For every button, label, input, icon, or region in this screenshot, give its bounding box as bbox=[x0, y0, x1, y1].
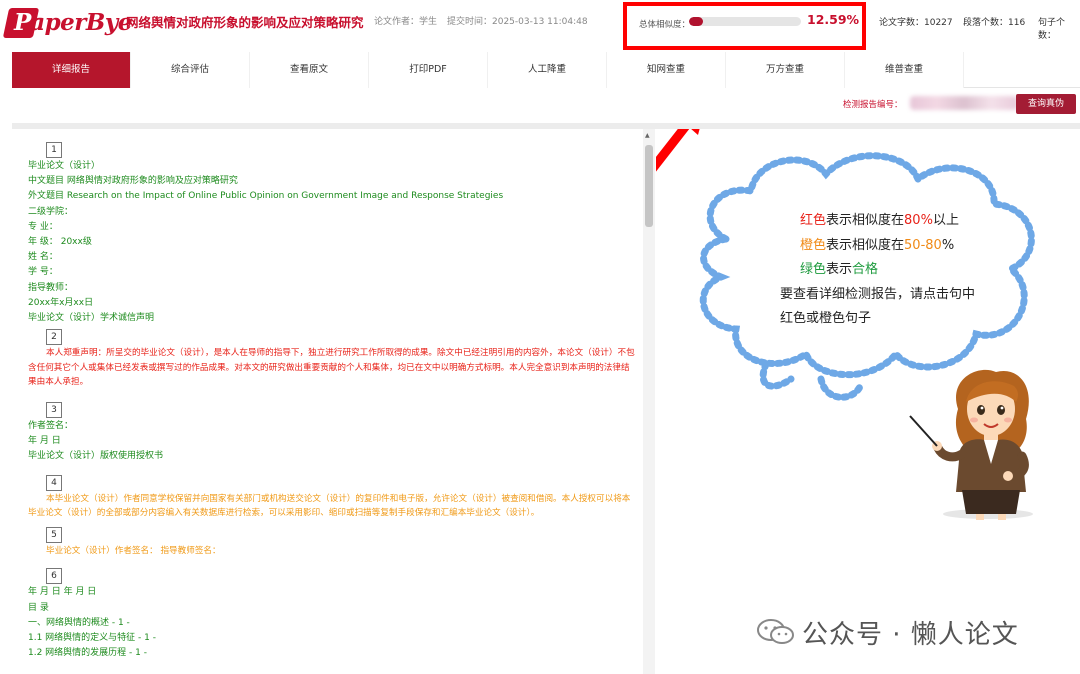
similarity-value: 12.59% bbox=[807, 12, 860, 27]
legend-panel: 红色表示相似度在80%以上 橙色表示相似度在50-80% 绿色表示合格 要查看详… bbox=[656, 129, 1080, 674]
logo-text: PaperBye bbox=[14, 9, 132, 36]
report-number-blurred bbox=[910, 96, 1018, 110]
doc-line[interactable]: 1.1 网络舆情的定义与特征 - 1 - bbox=[28, 631, 638, 646]
doc-line[interactable]: 学 号： bbox=[28, 265, 638, 280]
similarity-progress-fill bbox=[689, 17, 704, 26]
doc-paragraph-orange[interactable]: 毕业论文（设计）作者签名： 指导教师签名： bbox=[28, 544, 638, 559]
doc-line[interactable]: 毕业论文（设计）学术诚信声明 bbox=[28, 311, 638, 326]
sentence-count: 句子个数： bbox=[1038, 18, 1066, 41]
document-content: 1 毕业论文（设计） 中文题目 网络舆情对政府形象的影响及应对策略研究 外文题目… bbox=[28, 139, 638, 661]
paperbye-logo[interactable]: PaperBye bbox=[2, 6, 132, 38]
scroll-up-icon[interactable]: ▲ bbox=[645, 132, 650, 139]
paragraph-number: 5 bbox=[46, 526, 62, 543]
paragraph-number: 3 bbox=[46, 402, 62, 419]
legend-text: 红色表示相似度在80%以上 橙色表示相似度在50-80% 绿色表示合格 要查看详… bbox=[780, 209, 975, 332]
document-scrollbar[interactable]: ▲ bbox=[643, 129, 655, 674]
red-arrow-icon bbox=[656, 129, 700, 172]
paragraph-count: 段落个数：116 bbox=[963, 18, 1026, 28]
tab-view-original[interactable]: 查看原文 bbox=[250, 52, 369, 88]
doc-line[interactable]: 指导教师： bbox=[28, 281, 638, 296]
doc-line[interactable]: 专 业： bbox=[28, 220, 638, 235]
similarity-label: 总体相似度： bbox=[639, 20, 691, 30]
query-authenticity-button[interactable]: 查询真伪 bbox=[1016, 94, 1076, 114]
doc-line[interactable]: 目 录 bbox=[28, 601, 638, 616]
doc-line[interactable]: 年 月 日 年 月 日 bbox=[28, 585, 638, 600]
document-panel[interactable]: 1 毕业论文（设计） 中文题目 网络舆情对政府形象的影响及应对策略研究 外文题目… bbox=[12, 129, 655, 674]
top-bar: PaperBye 网络舆情对政府形象的影响及应对策略研究 论文作者：学生 提交时… bbox=[0, 0, 1080, 50]
doc-line[interactable]: 一、网络舆情的概述 - 1 - bbox=[28, 616, 638, 631]
doc-line[interactable]: 毕业论文（设计）版权使用授权书 bbox=[28, 449, 638, 464]
tab-wanfang-check[interactable]: 万方查重 bbox=[726, 52, 845, 88]
tab-cnki-check[interactable]: 知网查重 bbox=[607, 52, 726, 88]
doc-paragraph-orange[interactable]: 本毕业论文（设计）作者同意学校保留并向国家有关部门或机构送交论文（设计）的复印件… bbox=[28, 492, 638, 521]
doc-line[interactable]: 年 月 日 bbox=[28, 434, 638, 449]
wechat-icon bbox=[757, 619, 794, 644]
doc-line[interactable]: 毕业论文（设计） bbox=[28, 159, 638, 174]
legend-orange-line: 橙色表示相似度在50-80% bbox=[800, 237, 955, 253]
report-tabs: 详细报告 综合评估 查看原文 打印PDF 人工降重 知网查重 万方查重 维普查重 bbox=[12, 52, 1080, 88]
report-subbar: 检测报告编号： 查询真伪 bbox=[12, 88, 1080, 120]
legend-hint-1: 要查看详细检测报告，请点击句中 bbox=[780, 286, 976, 302]
report-number-label: 检测报告编号： bbox=[843, 100, 903, 110]
paragraph-number: 4 bbox=[46, 474, 62, 491]
paragraph-number: 1 bbox=[46, 142, 62, 158]
teacher-mascot-icon bbox=[909, 369, 1033, 520]
doc-line[interactable]: 1.2 网络舆情的发展历程 - 1 - bbox=[28, 646, 638, 661]
doc-line[interactable]: 二级学院： bbox=[28, 205, 638, 220]
similarity-highlight-box: 总体相似度： 12.59% bbox=[623, 2, 866, 50]
tab-manual-rewrite[interactable]: 人工降重 bbox=[488, 52, 607, 88]
word-count: 论文字数：10227 bbox=[879, 18, 953, 28]
doc-line[interactable]: 20xx年x月xx日 bbox=[28, 296, 638, 311]
paragraph-number: 6 bbox=[46, 568, 62, 585]
doc-line[interactable]: 中文题目 网络舆情对政府形象的影响及应对策略研究 bbox=[28, 174, 638, 189]
doc-line[interactable]: 外文题目 Research on the Impact of Online Pu… bbox=[28, 189, 638, 204]
legend-green-line: 绿色表示合格 bbox=[800, 262, 879, 278]
doc-line[interactable]: 作者签名： bbox=[28, 419, 638, 434]
tab-detail-report[interactable]: 详细报告 bbox=[12, 52, 131, 88]
legend-red-line: 红色表示相似度在80%以上 bbox=[800, 213, 959, 228]
doc-line[interactable]: 姓 名： bbox=[28, 250, 638, 265]
tab-vip-check[interactable]: 维普查重 bbox=[845, 52, 964, 88]
watermark-text: 公众号 · 懒人论文 bbox=[802, 620, 1019, 650]
scroll-thumb[interactable] bbox=[645, 145, 653, 227]
paragraph-number: 2 bbox=[46, 329, 62, 346]
tab-print-pdf[interactable]: 打印PDF bbox=[369, 52, 488, 88]
paper-title: 网络舆情对政府形象的影响及应对策略研究 bbox=[126, 15, 364, 30]
doc-line[interactable]: 年 级： 20xx级 bbox=[28, 235, 638, 250]
tab-overall-evaluation[interactable]: 综合评估 bbox=[131, 52, 250, 88]
legend-hint-2: 红色或橙色句子 bbox=[780, 311, 872, 327]
similarity-progress-bar bbox=[689, 17, 801, 26]
author-label: 论文作者：学生 bbox=[374, 17, 438, 27]
doc-paragraph-red[interactable]: 本人郑重声明：所呈交的毕业论文（设计），是本人在导师的指导下，独立进行研究工作所… bbox=[28, 346, 638, 390]
submit-time: 提交时间：2025-03-13 11:04:48 bbox=[447, 17, 588, 27]
